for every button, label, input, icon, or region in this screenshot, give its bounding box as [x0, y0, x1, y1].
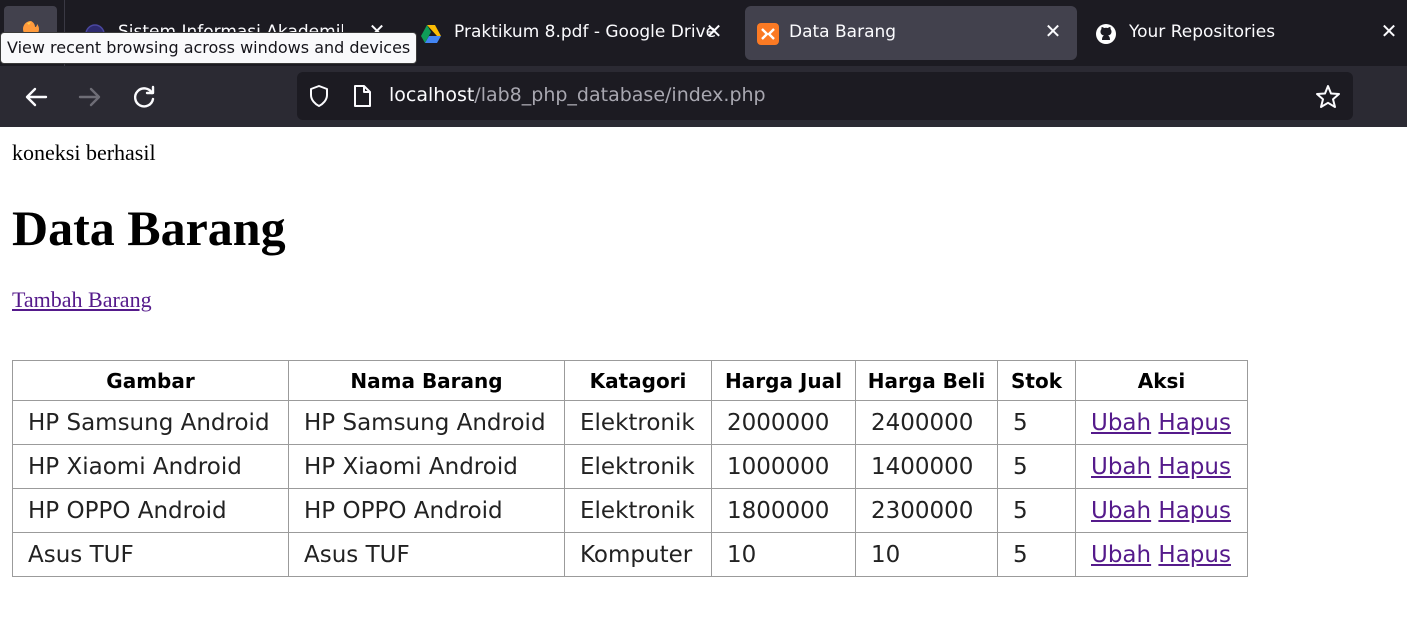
delete-link[interactable]: Hapus: [1158, 498, 1231, 524]
bookmark-star-icon[interactable]: [1315, 84, 1341, 110]
column-header: Aksi: [1075, 360, 1248, 401]
tracking-protection-shield-icon[interactable]: [307, 84, 331, 108]
table-row: Asus TUF Asus TUF Komputer 10 10 5 Ubah …: [12, 532, 1248, 577]
cell-harga-jual: 2000000: [711, 400, 856, 445]
google-drive-icon: [421, 25, 441, 43]
cell-gambar: HP Samsung Android: [12, 400, 289, 445]
table-row: HP Xiaomi Android HP Xiaomi Android Elek…: [12, 444, 1248, 489]
navigation-toolbar: localhost/lab8_php_database/index.php: [0, 66, 1407, 127]
back-arrow-icon[interactable]: [20, 81, 52, 113]
close-tab-icon[interactable]: ✕: [703, 20, 725, 42]
cell-stok: 5: [997, 444, 1076, 489]
tab-title: Your Repositories: [1129, 22, 1276, 42]
firefox-view-tooltip: View recent browsing across windows and …: [0, 32, 418, 64]
cell-aksi: Ubah Hapus: [1075, 488, 1248, 533]
cell-harga-jual: 10: [711, 532, 856, 577]
cell-harga-beli: 1400000: [855, 444, 998, 489]
column-header: Katagori: [564, 360, 712, 401]
add-item-link[interactable]: Tambah Barang: [12, 287, 152, 313]
cell-aksi: Ubah Hapus: [1075, 400, 1248, 445]
tab-title: Praktikum 8.pdf - Google Drive: [454, 22, 717, 42]
cell-nama-barang: HP Samsung Android: [288, 400, 565, 445]
cell-stok: 5: [997, 532, 1076, 577]
tab-data-barang[interactable]: Data Barang ✕: [745, 6, 1077, 60]
reload-icon[interactable]: [128, 81, 160, 113]
column-header: Harga Beli: [855, 360, 998, 401]
tab-google-drive[interactable]: Praktikum 8.pdf - Google Drive ✕: [410, 6, 740, 60]
cell-harga-jual: 1000000: [711, 444, 856, 489]
url-text[interactable]: localhost/lab8_php_database/index.php: [389, 84, 766, 106]
cell-stok: 5: [997, 400, 1076, 445]
cell-katagori: Elektronik: [564, 488, 712, 533]
cell-harga-beli: 10: [855, 532, 998, 577]
cell-harga-jual: 1800000: [711, 488, 856, 533]
connection-status: koneksi berhasil: [12, 140, 156, 165]
address-bar[interactable]: localhost/lab8_php_database/index.php: [297, 72, 1353, 120]
page-title: Data Barang: [12, 200, 286, 256]
delete-link[interactable]: Hapus: [1158, 542, 1231, 568]
cell-aksi: Ubah Hapus: [1075, 444, 1248, 489]
url-path: /lab8_php_database/index.php: [474, 84, 766, 106]
cell-nama-barang: HP Xiaomi Android: [288, 444, 565, 489]
edit-link[interactable]: Ubah: [1091, 498, 1151, 524]
column-header: Gambar: [12, 360, 289, 401]
cell-katagori: Komputer: [564, 532, 712, 577]
cell-harga-beli: 2400000: [855, 400, 998, 445]
cell-nama-barang: Asus TUF: [288, 532, 565, 577]
forward-arrow-icon[interactable]: [74, 81, 106, 113]
url-host: localhost: [389, 84, 475, 106]
column-header: Harga Jual: [711, 360, 856, 401]
column-header: Nama Barang: [288, 360, 565, 401]
close-tab-icon[interactable]: ✕: [1378, 20, 1400, 42]
cell-aksi: Ubah Hapus: [1075, 532, 1248, 577]
cell-stok: 5: [997, 488, 1076, 533]
edit-link[interactable]: Ubah: [1091, 410, 1151, 436]
cell-gambar: Asus TUF: [12, 532, 289, 577]
tab-title: Data Barang: [789, 22, 897, 42]
close-tab-icon[interactable]: ✕: [1042, 20, 1064, 42]
xampp-icon: [757, 23, 779, 45]
delete-link[interactable]: Hapus: [1158, 454, 1231, 480]
cell-katagori: Elektronik: [564, 444, 712, 489]
cell-katagori: Elektronik: [564, 400, 712, 445]
tab-github-repositories[interactable]: Your Repositories ✕: [1085, 6, 1407, 60]
page-info-icon[interactable]: [351, 84, 373, 108]
cell-gambar: HP Xiaomi Android: [12, 444, 289, 489]
table-header-row: Gambar Nama Barang Katagori Harga Jual H…: [12, 360, 1248, 401]
table-row: HP Samsung Android HP Samsung Android El…: [12, 400, 1248, 445]
edit-link[interactable]: Ubah: [1091, 454, 1151, 480]
github-icon: [1096, 24, 1116, 44]
column-header: Stok: [997, 360, 1076, 401]
cell-gambar: HP OPPO Android: [12, 488, 289, 533]
cell-harga-beli: 2300000: [855, 488, 998, 533]
table-row: HP OPPO Android HP OPPO Android Elektron…: [12, 488, 1248, 533]
cell-nama-barang: HP OPPO Android: [288, 488, 565, 533]
items-table: Gambar Nama Barang Katagori Harga Jual H…: [12, 360, 1248, 577]
delete-link[interactable]: Hapus: [1158, 410, 1231, 436]
edit-link[interactable]: Ubah: [1091, 542, 1151, 568]
